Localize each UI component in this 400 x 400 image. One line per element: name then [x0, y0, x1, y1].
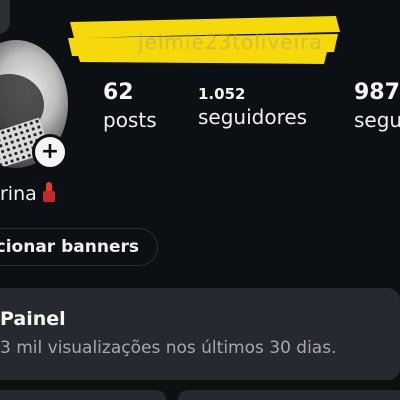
stat-followers[interactable]: 1.052 seguidores — [198, 80, 307, 129]
lipstick-icon — [42, 182, 55, 202]
dashboard-card[interactable]: Painel 3 mil visualizações nos últimos 3… — [0, 288, 400, 380]
profile-screen: jelmie23toliveira + 62 posts 1.052 segui… — [0, 0, 400, 400]
profile-name-text: rina — [0, 183, 37, 205]
stat-following[interactable]: 987 seguindo — [354, 80, 400, 132]
username-redacted: jelmie23toliveira — [66, 8, 342, 68]
corner-tab — [0, 0, 10, 34]
plus-icon: + — [40, 139, 60, 164]
bottom-button-left[interactable] — [0, 390, 166, 400]
dashboard-title: Painel — [0, 308, 66, 330]
stat-posts[interactable]: 62 posts — [103, 80, 157, 132]
add-story-button[interactable]: + — [32, 134, 68, 170]
add-banners-button[interactable]: Adicionar banners — [0, 228, 158, 266]
followers-label: seguidores — [198, 105, 308, 129]
following-label: seguindo — [354, 108, 400, 133]
username-text: jelmie23toliveira — [138, 30, 323, 54]
following-count: 987 — [354, 80, 400, 105]
posts-count: 62 — [103, 80, 134, 105]
posts-label: posts — [103, 108, 157, 133]
bottom-button-right[interactable] — [178, 390, 400, 400]
profile-name: rina — [0, 182, 55, 205]
followers-count: 1.052 — [198, 85, 246, 103]
dashboard-subtitle: 3 mil visualizações nos últimos 30 dias. — [0, 338, 337, 358]
